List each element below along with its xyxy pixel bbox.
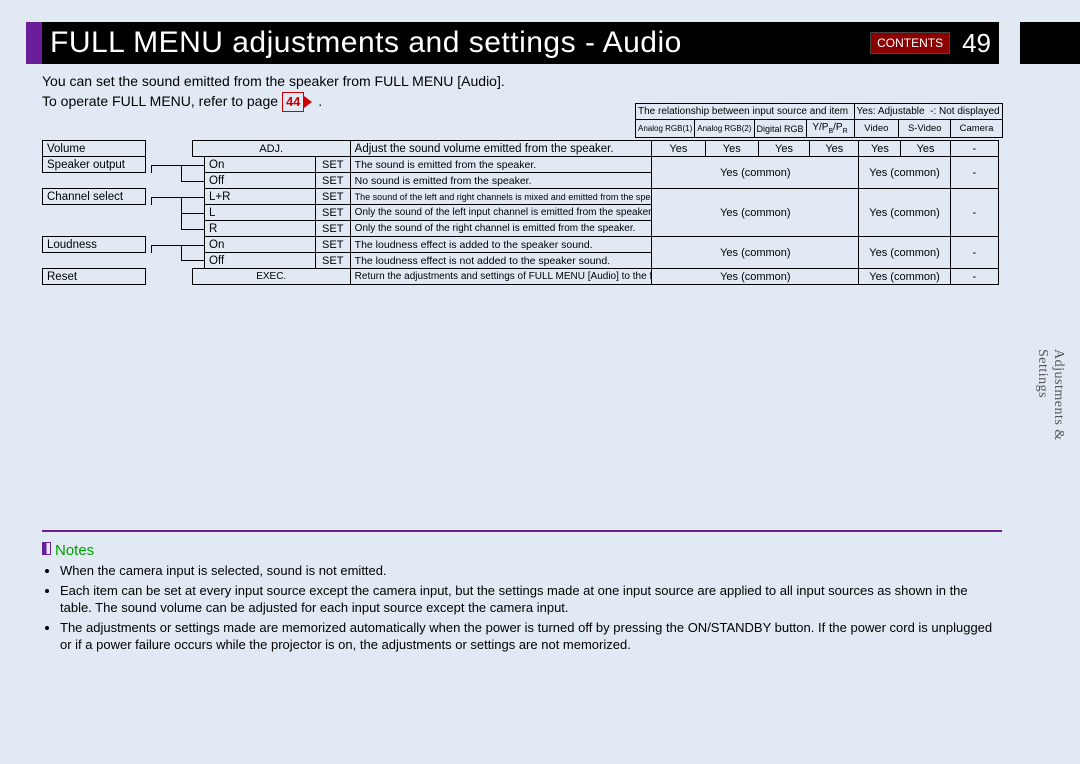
- relationship-table: The relationship between input source an…: [635, 103, 1003, 138]
- notes-list: When the camera input is selected, sound…: [42, 562, 1002, 654]
- row-volume-type: ADJ.: [192, 141, 350, 157]
- desc: The sound of the left and right channels…: [350, 189, 652, 205]
- src-val: Yes: [652, 141, 705, 157]
- row-volume-desc: Adjust the sound volume emitted from the…: [350, 141, 652, 157]
- src-val: Yes: [758, 141, 809, 157]
- rel-col: Video: [854, 120, 899, 138]
- rel-col: Y/PB/PR: [806, 120, 854, 138]
- opt: On: [205, 157, 316, 173]
- set: SET: [315, 221, 350, 237]
- row-reset-type: EXEC.: [192, 269, 350, 285]
- row-loudness-label: Loudness: [43, 237, 146, 253]
- desc: Only the sound of the right channel is e…: [350, 221, 652, 237]
- src-val: Yes: [810, 141, 859, 157]
- rel-col: Digital RGB: [754, 120, 806, 138]
- divider: [42, 530, 1002, 532]
- rel-col: Analog RGB(2): [695, 120, 754, 138]
- set: SET: [315, 157, 350, 173]
- note-item: When the camera input is selected, sound…: [60, 562, 1002, 580]
- header-bar: FULL MENU adjustments and settings - Aud…: [42, 22, 999, 64]
- rel-col: Camera: [951, 120, 1002, 138]
- set: SET: [315, 173, 350, 189]
- rel-col: Analog RGB(1): [636, 120, 695, 138]
- intro-line-2: To operate FULL MENU, refer to page 44 .: [42, 92, 505, 112]
- row-reset-desc: Return the adjustments and settings of F…: [350, 269, 652, 285]
- src-dash: -: [950, 237, 998, 269]
- row-reset-label: Reset: [43, 269, 146, 285]
- src-common: Yes (common): [652, 189, 859, 237]
- settings-table: Volume ADJ. Adjust the sound volume emit…: [42, 140, 999, 285]
- src-common: Yes (common): [652, 269, 859, 285]
- src-common: Yes (common): [859, 189, 950, 237]
- desc: The sound is emitted from the speaker.: [350, 157, 652, 173]
- row-speaker-label: Speaker output: [43, 157, 146, 173]
- intro-text: You can set the sound emitted from the s…: [42, 72, 505, 112]
- src-val: Yes: [705, 141, 758, 157]
- src-common: Yes (common): [652, 237, 859, 269]
- set: SET: [315, 237, 350, 253]
- src-common: Yes (common): [859, 269, 950, 285]
- header-right: CONTENTS 49: [870, 28, 991, 59]
- src-common: Yes (common): [652, 157, 859, 189]
- src-dash: -: [950, 269, 998, 285]
- src-common: Yes (common): [859, 237, 950, 269]
- desc: Only the sound of the left input channel…: [350, 205, 652, 221]
- section-tab-text: Adjustments &Settings: [1034, 349, 1066, 441]
- opt: On: [205, 237, 316, 253]
- src-val: Yes: [901, 141, 950, 157]
- page-ref-link[interactable]: 44: [282, 92, 304, 112]
- opt: Off: [205, 173, 316, 189]
- rel-legend: Yes: Adjustable -: Not displayed: [854, 104, 1002, 120]
- opt: Off: [205, 253, 316, 269]
- page-title: FULL MENU adjustments and settings - Aud…: [50, 26, 682, 60]
- section-tab: Adjustments &Settings: [1020, 320, 1080, 470]
- note-item: Each item can be set at every input sour…: [60, 582, 1002, 617]
- src-dash: -: [950, 157, 998, 189]
- notes-section: Notes When the camera input is selected,…: [42, 542, 1002, 656]
- row-volume-label: Volume: [43, 141, 146, 157]
- opt: R: [205, 221, 316, 237]
- opt: L: [205, 205, 316, 221]
- set: SET: [315, 189, 350, 205]
- note-item: The adjustments or settings made are mem…: [60, 619, 1002, 654]
- settings-table-wrap: Volume ADJ. Adjust the sound volume emit…: [42, 140, 999, 285]
- src-common: Yes (common): [859, 157, 950, 189]
- desc: No sound is emitted from the speaker.: [350, 173, 652, 189]
- desc: The loudness effect is not added to the …: [350, 253, 652, 269]
- accent-bar: [26, 22, 42, 64]
- contents-button[interactable]: CONTENTS: [870, 32, 950, 54]
- row-channel-label: Channel select: [43, 189, 146, 205]
- opt: L+R: [205, 189, 316, 205]
- desc: The loudness effect is added to the spea…: [350, 237, 652, 253]
- page-number: 49: [962, 28, 991, 59]
- src-val: Yes: [859, 141, 901, 157]
- src-val: -: [950, 141, 998, 157]
- src-dash: -: [950, 189, 998, 237]
- notes-header: Notes: [42, 542, 1002, 559]
- rel-caption: The relationship between input source an…: [636, 104, 855, 120]
- rel-col: S-Video: [899, 120, 951, 138]
- intro-line-1: You can set the sound emitted from the s…: [42, 72, 505, 92]
- set: SET: [315, 205, 350, 221]
- set: SET: [315, 253, 350, 269]
- header-extension: [1020, 22, 1080, 64]
